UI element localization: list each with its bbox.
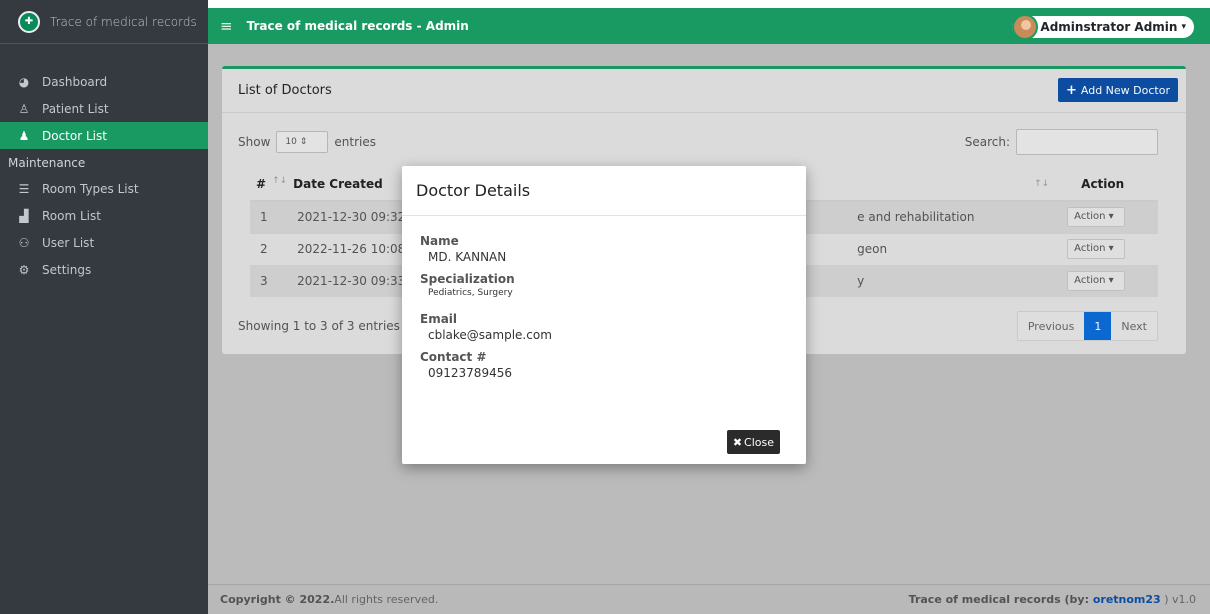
users-icon: ⚇ <box>18 235 30 250</box>
doctor-details-modal: Doctor Details Name MD. KANNAN Specializ… <box>402 166 806 464</box>
close-button[interactable]: ✖ Close <box>726 430 780 454</box>
modal-title: Doctor Details <box>402 166 806 216</box>
specialization-label: Specialization <box>420 272 515 286</box>
contact-label: Contact # <box>420 350 487 364</box>
sidebar-item-label: Doctor List <box>42 128 107 143</box>
sidebar-nav: ◕ Dashboard ♙ Patient List ♟ Doctor List… <box>0 44 208 283</box>
sidebar-item-user-list[interactable]: ⚇ User List <box>0 229 208 256</box>
close-icon: ✖ <box>732 435 743 449</box>
user-name: Adminstrator Admin <box>1040 20 1178 34</box>
modal-body: Name MD. KANNAN Specialization Pediatric… <box>402 216 806 380</box>
sidebar: ✚ Trace of medical records ◕ Dashboard ♙… <box>0 0 208 614</box>
caret-down-icon: ▾ <box>1181 22 1186 32</box>
sidebar-item-label: Dashboard <box>42 74 108 89</box>
sidebar-item-doctor-list[interactable]: ♟ Doctor List <box>0 122 208 149</box>
sidebar-item-room-types-list[interactable]: ☰ Room Types List <box>0 175 208 202</box>
hamburger-menu-icon[interactable]: ≡ <box>220 17 233 35</box>
tachometer-icon: ◕ <box>18 74 30 89</box>
email-label: Email <box>420 312 458 326</box>
user-menu-dropdown[interactable]: Adminstrator Admin ▾ <box>1012 14 1194 40</box>
sidebar-item-room-list[interactable]: ▟ Room List <box>0 202 208 229</box>
sidebar-item-label: Room List <box>42 208 101 223</box>
sidebar-item-label: Room Types List <box>42 181 139 196</box>
user-md-icon: ♟ <box>18 128 30 143</box>
close-label: Close <box>744 435 774 449</box>
sidebar-item-dashboard[interactable]: ◕ Dashboard <box>0 68 208 95</box>
avatar <box>1012 14 1039 40</box>
sidebar-item-patient-list[interactable]: ♙ Patient List <box>0 95 208 122</box>
contact-value: 09123789456 <box>428 366 512 380</box>
sidebar-section-maintenance: Maintenance <box>8 156 86 170</box>
brand-logo-icon: ✚ <box>18 10 40 33</box>
door-icon: ▟ <box>19 208 29 223</box>
name-label: Name <box>420 234 459 248</box>
sidebar-item-label: User List <box>42 235 95 250</box>
brand-link[interactable]: ✚ Trace of medical records <box>0 0 208 44</box>
brand-name: Trace of medical records <box>50 14 197 29</box>
th-list-icon: ☰ <box>18 181 30 196</box>
name-value: MD. KANNAN <box>428 250 507 264</box>
top-navbar: ≡ Trace of medical records - Admin Admin… <box>208 0 1210 44</box>
email-value: cblake@sample.com <box>428 328 552 342</box>
user-injured-icon: ♙ <box>18 101 30 116</box>
specialization-value: Pediatrics, Surgery <box>428 288 513 298</box>
cogs-icon: ⚙ <box>18 262 30 277</box>
sidebar-item-label: Patient List <box>42 101 109 116</box>
sidebar-item-settings[interactable]: ⚙ Settings <box>0 256 208 283</box>
app-title: Trace of medical records - Admin <box>246 19 469 33</box>
sidebar-item-label: Settings <box>42 262 92 277</box>
